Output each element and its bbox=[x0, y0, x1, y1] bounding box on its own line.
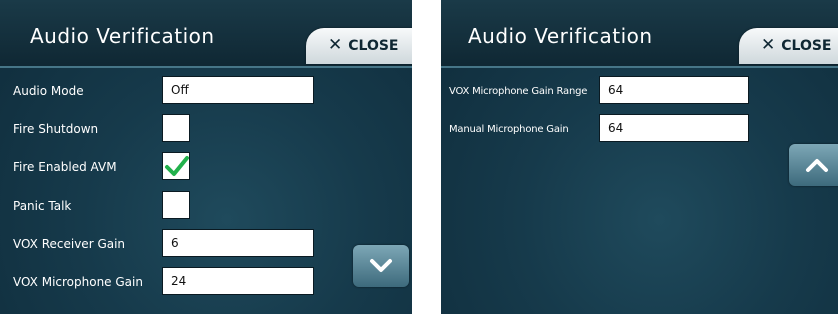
audio-mode-label: Audio Mode bbox=[13, 84, 84, 98]
fire-shutdown-checkbox[interactable] bbox=[162, 114, 190, 142]
fire-shutdown-label: Fire Shutdown bbox=[13, 122, 99, 136]
scroll-up-button[interactable] bbox=[789, 144, 838, 186]
checkmark-icon bbox=[165, 156, 189, 176]
chevron-down-icon bbox=[370, 259, 392, 272]
close-button[interactable]: ✕ CLOSE bbox=[306, 28, 412, 64]
audio-mode-field[interactable]: Off bbox=[162, 76, 314, 104]
manual-microphone-gain-field[interactable]: 64 bbox=[599, 114, 749, 142]
vox-microphone-gain-field[interactable]: 24 bbox=[162, 267, 314, 295]
close-icon: ✕ bbox=[328, 35, 343, 55]
fire-enabled-avm-checkbox[interactable] bbox=[162, 152, 190, 180]
scroll-down-button[interactable] bbox=[353, 245, 409, 287]
page-title: Audio Verification bbox=[468, 24, 653, 48]
fire-enabled-avm-label: Fire Enabled AVM bbox=[13, 160, 117, 174]
vox-receiver-gain-field[interactable]: 6 bbox=[162, 229, 314, 257]
vox-receiver-gain-label: VOX Receiver Gain bbox=[13, 237, 126, 251]
panic-talk-label: Panic Talk bbox=[13, 199, 72, 213]
close-button[interactable]: ✕ CLOSE bbox=[739, 28, 838, 64]
audio-verification-screen-left: Audio Verification ✕ CLOSE Audio Mode Of… bbox=[0, 0, 412, 314]
close-icon: ✕ bbox=[761, 35, 776, 55]
chevron-up-icon bbox=[806, 159, 828, 172]
close-label: CLOSE bbox=[348, 37, 399, 54]
vox-microphone-gain-range-field[interactable]: 64 bbox=[599, 76, 749, 104]
manual-microphone-gain-label: Manual Microphone Gain bbox=[449, 124, 569, 135]
page-title: Audio Verification bbox=[30, 24, 215, 48]
vox-microphone-gain-range-label: VOX Microphone Gain Range bbox=[449, 86, 588, 97]
header-bar: Audio Verification ✕ CLOSE bbox=[0, 0, 412, 68]
close-label: CLOSE bbox=[781, 37, 832, 54]
audio-verification-screen-right: Audio Verification ✕ CLOSE VOX Microphon… bbox=[441, 0, 838, 314]
vox-microphone-gain-label: VOX Microphone Gain bbox=[13, 275, 143, 289]
header-divider bbox=[0, 66, 412, 68]
panic-talk-checkbox[interactable] bbox=[162, 191, 190, 219]
header-bar: Audio Verification ✕ CLOSE bbox=[441, 0, 838, 68]
header-divider bbox=[441, 66, 838, 68]
